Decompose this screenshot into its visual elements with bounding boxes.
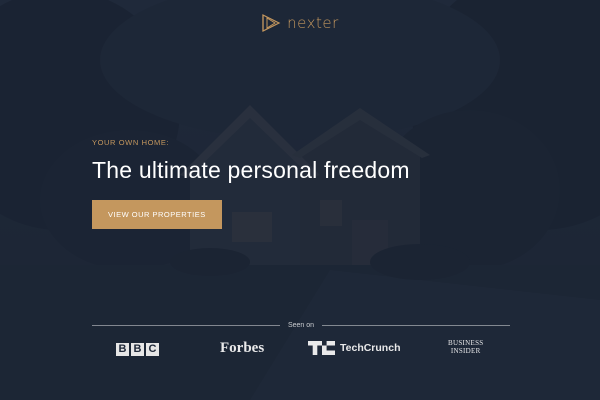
hero-section: nexter YOUR OWN HOME: The ultimate perso…	[0, 0, 600, 400]
bbc-logo: B B C	[116, 343, 159, 356]
brand-logo[interactable]: nexter	[0, 14, 600, 32]
business-insider-line1: BUSINESS	[448, 339, 484, 347]
press-divider: Seen on	[92, 322, 510, 329]
divider-line-left	[92, 325, 280, 326]
bbc-letter: B	[116, 343, 129, 356]
press-logos: B B C Forbes TechCrunch BUSINESS INSIDER	[92, 339, 510, 369]
forbes-logo: Forbes	[220, 340, 265, 356]
hero-headline: The ultimate personal freedom	[92, 157, 410, 183]
brand-name: nexter	[287, 14, 339, 32]
techcrunch-mark-icon	[308, 341, 335, 355]
divider-line-right	[322, 325, 510, 326]
play-chevron-icon	[262, 14, 281, 32]
bbc-letter: C	[146, 343, 159, 356]
business-insider-logo: BUSINESS INSIDER	[448, 339, 483, 355]
press-label: Seen on	[287, 322, 315, 329]
hero-eyebrow: YOUR OWN HOME:	[92, 138, 170, 147]
business-insider-line2: INSIDER	[450, 347, 481, 355]
techcrunch-logo: TechCrunch	[308, 341, 400, 355]
press-section: Seen on B B C Forbes TechCrunch BUSINESS…	[92, 322, 510, 369]
view-properties-button[interactable]: VIEW OUR PROPERTIES	[92, 200, 222, 229]
techcrunch-wordmark: TechCrunch	[340, 342, 401, 354]
hero-content: YOUR OWN HOME: The ultimate personal fre…	[92, 138, 410, 229]
bbc-letter: B	[131, 343, 144, 356]
